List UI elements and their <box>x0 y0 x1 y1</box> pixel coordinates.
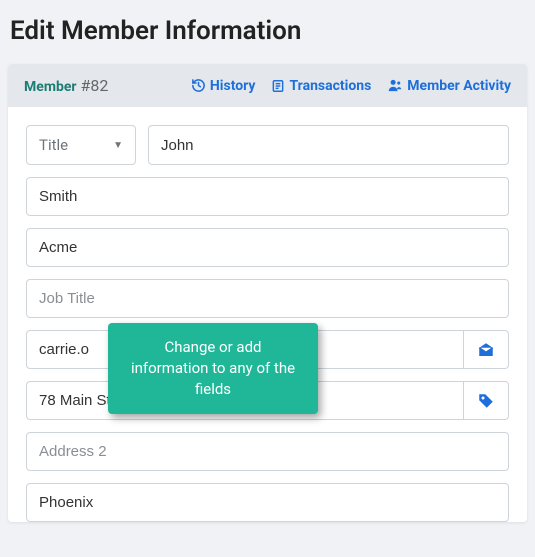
card-body: Title ▼ <box>8 107 527 522</box>
page-title: Edit Member Information <box>10 16 527 46</box>
header-links: History Transactions Member Activity <box>191 78 511 94</box>
city-input[interactable] <box>26 483 509 522</box>
transactions-label: Transactions <box>289 78 371 94</box>
job-title-input[interactable] <box>26 279 509 318</box>
caret-down-icon: ▼ <box>113 140 123 151</box>
company-input[interactable] <box>26 228 509 267</box>
member-label: Member <box>24 79 77 95</box>
tooltip-text: Change or add information to any of the … <box>131 338 295 398</box>
activity-link[interactable]: Member Activity <box>387 78 511 94</box>
member-card: Member #82 History Transactions Member <box>8 64 527 522</box>
email-addon-button[interactable] <box>463 330 509 369</box>
title-select[interactable]: Title ▼ <box>26 125 136 165</box>
person-icon <box>387 78 403 93</box>
member-id: #82 <box>80 76 108 95</box>
transactions-link[interactable]: Transactions <box>271 78 371 94</box>
history-link[interactable]: History <box>191 78 256 94</box>
card-header: Member #82 History Transactions Member <box>8 64 527 107</box>
last-name-input[interactable] <box>26 177 509 216</box>
transactions-icon <box>271 79 285 93</box>
history-icon <box>191 78 206 93</box>
address2-input[interactable] <box>26 432 509 471</box>
title-select-label: Title <box>39 136 68 154</box>
activity-label: Member Activity <box>407 78 511 94</box>
help-tooltip: Change or add information to any of the … <box>108 323 318 414</box>
envelope-open-icon <box>477 341 495 359</box>
history-label: History <box>210 78 256 94</box>
member-heading: Member #82 <box>24 76 108 95</box>
first-name-input[interactable] <box>148 125 509 165</box>
address-addon-button[interactable] <box>463 381 509 420</box>
tag-icon <box>477 392 495 410</box>
